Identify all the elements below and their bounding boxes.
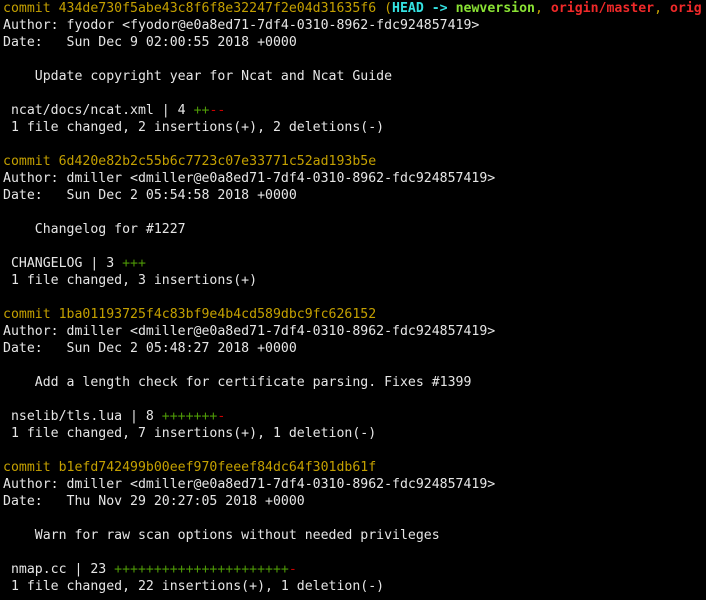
additions-graph: ++++++++++++++++++++++	[114, 562, 289, 577]
summary-line: 1 file changed, 7 insertions(+), 1 delet…	[3, 426, 377, 441]
file-stat-name: nselib/tls.lua | 8	[3, 409, 162, 424]
date-line: Date: Sun Dec 9 02:00:55 2018 +0000	[3, 35, 297, 50]
remote-branch-ref: origin/master	[550, 1, 655, 16]
remote-branch-ref-truncated: orig	[669, 1, 702, 16]
author-line: Author: fyodor <fyodor@e0a8ed71-7df4-031…	[3, 18, 480, 33]
commit-message: Update copyright year for Ncat and Ncat …	[3, 69, 393, 84]
file-stat-name: CHANGELOG | 3	[3, 256, 123, 271]
date-line: Date: Sun Dec 2 05:54:58 2018 +0000	[3, 188, 297, 203]
file-stat-name: ncat/docs/ncat.xml | 4	[3, 103, 194, 118]
deletions-graph: -	[288, 562, 297, 577]
author-line: Author: dmiller <dmiller@e0a8ed71-7df4-0…	[3, 324, 496, 339]
author-line: Author: dmiller <dmiller@e0a8ed71-7df4-0…	[3, 477, 496, 492]
local-branch-ref: newversion	[455, 1, 535, 16]
terminal-window[interactable]: commit 434de730f5abe43c8f6f8e32247f2e04d…	[0, 0, 706, 600]
ref-separator: ,	[654, 1, 670, 16]
file-stat-line: ncat/docs/ncat.xml | 4 ++--	[3, 102, 225, 119]
file-stat-name: nmap.cc | 23	[3, 562, 115, 577]
deletions-graph: --	[209, 103, 226, 118]
summary-line: 1 file changed, 22 insertions(+), 1 dele…	[3, 579, 385, 594]
ref-separator: ,	[534, 1, 551, 16]
file-stat-line: nselib/tls.lua | 8 +++++++-	[3, 408, 225, 425]
author-line: Author: dmiller <dmiller@e0a8ed71-7df4-0…	[3, 171, 496, 186]
additions-graph: +++	[122, 256, 146, 271]
commit-message: Add a length check for certificate parsi…	[3, 375, 472, 390]
additions-graph: +++++++	[161, 409, 218, 424]
deletions-graph: -	[217, 409, 226, 424]
commit-line: commit 1ba01193725f4c83bf9e4b4cd589dbc9f…	[3, 307, 377, 322]
summary-line: 1 file changed, 2 insertions(+), 2 delet…	[3, 120, 385, 135]
summary-line: 1 file changed, 3 insertions(+)	[3, 273, 258, 288]
additions-graph: ++	[193, 103, 210, 118]
date-line: Date: Sun Dec 2 05:48:27 2018 +0000	[3, 341, 297, 356]
date-line: Date: Thu Nov 29 20:27:05 2018 +0000	[3, 494, 305, 509]
file-stat-line: CHANGELOG | 3 +++	[3, 255, 146, 272]
commit-hash: commit 434de730f5abe43c8f6f8e32247f2e04d…	[3, 1, 393, 16]
commit-line: commit 6d420e82b2c55b6c7723c07e33771c52a…	[3, 154, 377, 169]
head-ref: HEAD ->	[392, 1, 456, 16]
commit-line: commit b1efd742499b00eef970feeef84dc64f3…	[3, 460, 377, 475]
file-stat-line: nmap.cc | 23 ++++++++++++++++++++++-	[3, 561, 297, 578]
commit-message: Warn for raw scan options without needed…	[3, 528, 440, 543]
commit-line: commit 434de730f5abe43c8f6f8e32247f2e04d…	[3, 0, 702, 17]
commit-message: Changelog for #1227	[3, 222, 186, 237]
